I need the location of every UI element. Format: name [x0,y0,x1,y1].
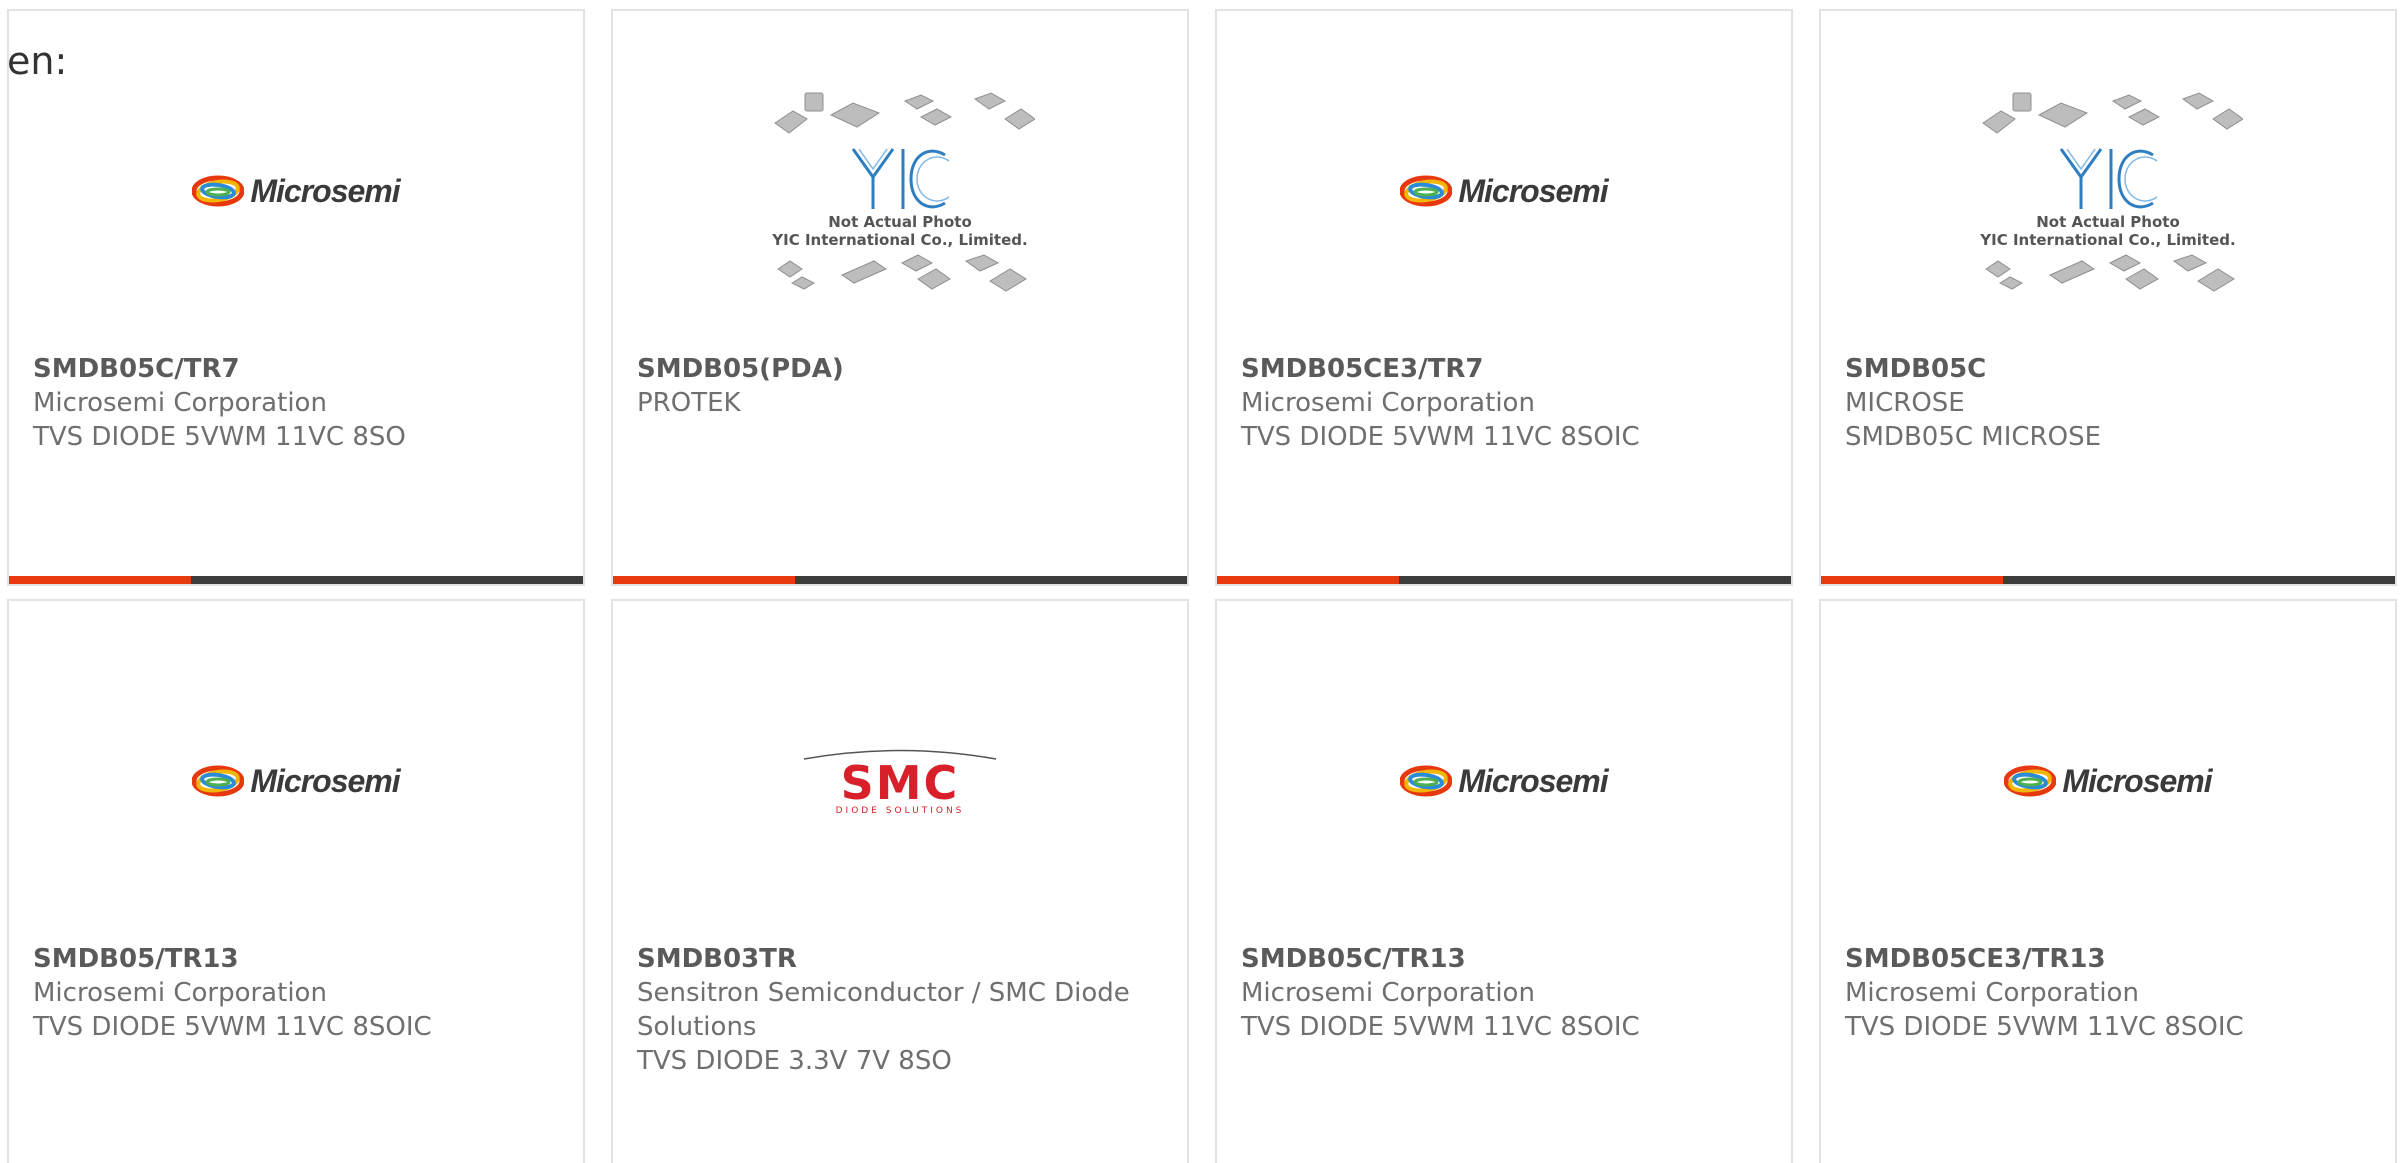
product-info: SMDB05CE3/TR13 Microsemi Corporation TVS… [1845,942,2375,1044]
manufacturer-name: Microsemi Corporation [1241,388,1535,418]
manufacturer-logo: Microsemi [9,691,583,871]
product-info: SMDB05/TR13 Microsemi Corporation TVS DI… [33,942,563,1044]
part-number: SMDB05(PDA) [637,354,844,384]
manufacturer-logo: Microsemi [1217,691,1791,871]
microsemi-wordmark: Microsemi [2062,762,2212,799]
manufacturer-name: Microsemi Corporation [1845,978,2139,1008]
chip-packages-icon [774,92,1035,134]
manufacturer-logo: Microsemi [1821,691,2395,871]
microsemi-logo: Microsemi [1400,172,1609,210]
manufacturer-name: Microsemi Corporation [1241,978,1535,1008]
product-info: SMDB05C/TR13 Microsemi Corporation TVS D… [1241,942,1771,1044]
product-description: TVS DIODE 5VWM 11VC 8SOIC [1241,422,1640,452]
product-description: SMDB05C MICROSE [1845,422,2102,452]
manufacturer-logo: Microsemi [9,101,583,281]
product-info: SMDB05C/TR7 Microsemi Corporation TVS DI… [33,352,563,454]
product-info: SMDB05(PDA) PROTEK [637,352,1167,420]
part-number: SMDB05CE3/TR13 [1845,944,2106,974]
part-number: SMDB05C/TR13 [1241,944,1466,974]
product-info: SMDB03TR Sensitron Semiconductor / SMC D… [637,942,1167,1078]
microsemi-wordmark: Microsemi [250,762,400,799]
chip-packages-icon [1982,92,2243,134]
microsemi-logo: Microsemi [192,172,401,210]
manufacturer-name: Microsemi Corporation [33,978,327,1008]
microsemi-swirl-icon [1400,765,1453,797]
part-number: SMDB05C/TR7 [33,354,240,384]
yic-caption-line1: Not Actual Photo [2036,213,2180,231]
product-description: TVS DIODE 3.3V 7V 8SO [637,1046,952,1076]
product-card[interactable]: Microsemi SMDB05C/TR13 Microsemi Corpora… [1215,599,1793,1163]
product-description: TVS DIODE 5VWM 11VC 8SOIC [33,1012,432,1042]
product-description: TVS DIODE 5VWM 11VC 8SOIC [1241,1012,1640,1042]
part-number: SMDB03TR [637,944,797,974]
smc-wordmark: SMC [840,756,960,810]
microsemi-swirl-icon [192,175,245,207]
microsemi-wordmark: Microsemi [1458,172,1608,209]
microsemi-logo: Microsemi [2004,762,2213,800]
yic-placeholder-logo: Not Actual Photo YIC International Co., … [765,87,1035,295]
smc-tagline: DIODE SOLUTIONS [835,806,965,816]
microsemi-swirl-icon [2004,765,2057,797]
product-info: SMDB05C MICROSE SMDB05C MICROSE [1845,352,2375,454]
manufacturer-name: PROTEK [637,388,741,418]
part-number: SMDB05/TR13 [33,944,239,974]
chip-packages-icon [777,254,1027,292]
microsemi-wordmark: Microsemi [1458,762,1608,799]
card-accent-bar [9,576,583,584]
product-card[interactable]: SMC DIODE SOLUTIONS SMDB03TR Sensitron S… [611,599,1189,1163]
product-card[interactable]: Microsemi SMDB05C/TR7 Microsemi Corporat… [7,9,585,586]
part-number: SMDB05C [1845,354,1987,384]
chip-packages-icon [1985,254,2235,292]
part-number: SMDB05CE3/TR7 [1241,354,1484,384]
product-card[interactable]: Not Actual Photo YIC International Co., … [1819,9,2397,586]
manufacturer-name: Microsemi Corporation [33,388,327,418]
yic-mark-icon [851,148,950,209]
manufacturer-logo: Not Actual Photo YIC International Co., … [1821,92,2395,292]
product-grid-page: en: Microsemi SMDB05C/TR7 Microsemi Corp… [0,0,2400,1163]
manufacturer-logo: SMC DIODE SOLUTIONS [613,691,1187,871]
microsemi-logo: Microsemi [1400,762,1609,800]
manufacturer-logo: Not Actual Photo YIC International Co., … [613,92,1187,292]
yic-mark-icon [2059,148,2158,209]
card-accent-bar [613,576,1187,584]
yic-placeholder-logo: Not Actual Photo YIC International Co., … [1973,87,2243,295]
product-card[interactable]: Microsemi SMDB05/TR13 Microsemi Corporat… [7,599,585,1163]
yic-caption-line2: YIC International Co., Limited. [1980,231,2236,249]
product-info: SMDB05CE3/TR7 Microsemi Corporation TVS … [1241,352,1771,454]
product-card[interactable]: Not Actual Photo YIC International Co., … [611,9,1189,586]
microsemi-logo: Microsemi [192,762,401,800]
yic-caption-line1: Not Actual Photo [828,213,972,231]
manufacturer-logo: Microsemi [1217,101,1791,281]
smc-logo: SMC DIODE SOLUTIONS [800,746,1000,816]
manufacturer-name: Sensitron Semiconductor / SMC Diode Solu… [637,978,1130,1042]
product-card[interactable]: Microsemi SMDB05CE3/TR7 Microsemi Corpor… [1215,9,1793,586]
product-card[interactable]: Microsemi SMDB05CE3/TR13 Microsemi Corpo… [1819,599,2397,1163]
microsemi-wordmark: Microsemi [250,172,400,209]
yic-caption-line2: YIC International Co., Limited. [772,231,1028,249]
card-accent-bar [1821,576,2395,584]
microsemi-swirl-icon [1400,175,1453,207]
microsemi-swirl-icon [192,765,245,797]
product-description: TVS DIODE 5VWM 11VC 8SO [33,422,406,452]
card-accent-bar [1217,576,1791,584]
manufacturer-name: MICROSE [1845,388,1965,418]
product-description: TVS DIODE 5VWM 11VC 8SOIC [1845,1012,2244,1042]
language-label: en: [7,39,68,83]
